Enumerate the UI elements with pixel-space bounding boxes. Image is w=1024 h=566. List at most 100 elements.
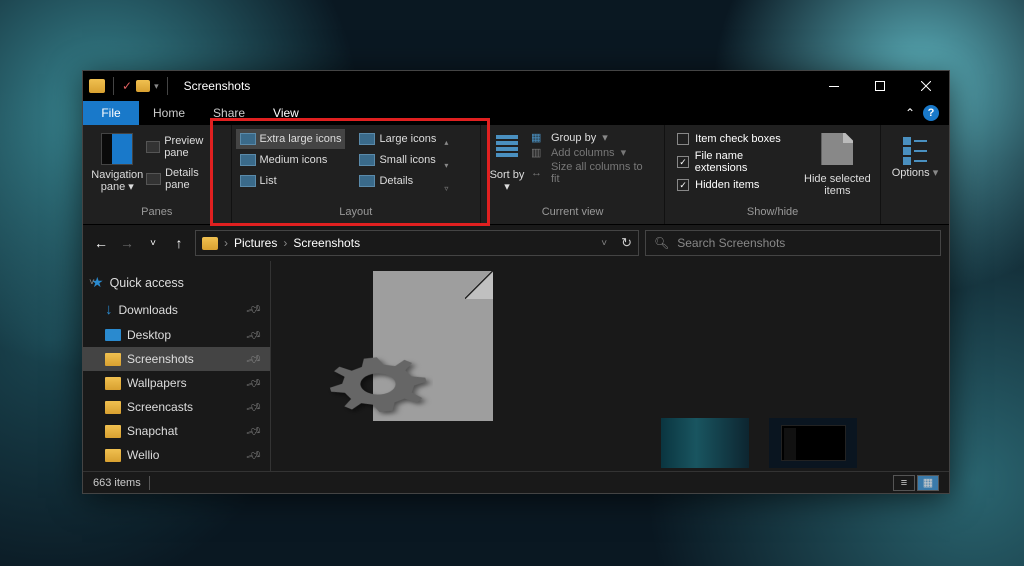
sidebar-screenshots[interactable]: Screenshots📌︎ xyxy=(83,347,283,371)
chevron-right-icon: › xyxy=(224,236,228,250)
ribbon: Navigation pane ▾ Preview pane Details p… xyxy=(83,125,949,225)
folder-icon xyxy=(89,79,105,93)
details-pane-button[interactable]: Details pane xyxy=(146,165,225,193)
pin-icon: 📌︎ xyxy=(245,398,264,416)
up-button[interactable]: ↑ xyxy=(169,235,189,251)
folder-icon xyxy=(105,449,121,462)
pin-icon: 📌︎ xyxy=(245,350,264,368)
layout-details[interactable]: Details xyxy=(355,171,440,191)
close-button[interactable] xyxy=(903,71,949,101)
content-pane[interactable] xyxy=(283,261,949,471)
search-box[interactable]: 🔍︎ Search Screenshots xyxy=(645,230,941,256)
search-placeholder: Search Screenshots xyxy=(677,236,785,250)
layout-large[interactable]: Large icons xyxy=(355,129,440,149)
sort-icon xyxy=(494,133,520,165)
layout-expand-icon[interactable]: ▿ xyxy=(444,184,448,193)
tab-home[interactable]: Home xyxy=(139,101,199,125)
preview-pane-button[interactable]: Preview pane xyxy=(146,133,225,161)
breadcrumb-screenshots[interactable]: Screenshots xyxy=(293,236,360,250)
layout-medium[interactable]: Medium icons xyxy=(236,150,346,170)
address-bar-row: ← → ˅ ↑ › Pictures › Screenshots ˅ ↻ 🔍︎ … xyxy=(83,225,949,261)
back-button[interactable]: ← xyxy=(91,235,111,251)
layout-extra-large[interactable]: Extra large icons xyxy=(236,129,346,149)
sidebar-downloads[interactable]: ↓Downloads📌︎ xyxy=(83,296,283,323)
panes-group-label: Panes xyxy=(83,206,231,224)
layout-list[interactable]: List xyxy=(236,171,346,191)
size-columns-icon: ↔ xyxy=(531,167,547,179)
download-icon: ↓ xyxy=(105,301,113,318)
item-checkboxes-toggle[interactable]: Item check boxes xyxy=(677,133,795,145)
add-columns-button[interactable]: ▥Add columns ▾ xyxy=(531,146,654,159)
layout-icon xyxy=(359,133,375,145)
sidebar-wellio[interactable]: Wellio📌︎ xyxy=(83,443,283,467)
tab-share[interactable]: Share xyxy=(199,101,259,125)
file-thumbnail[interactable] xyxy=(661,418,749,468)
navigation-pane-button[interactable]: Navigation pane ▾ xyxy=(89,129,146,202)
navigation-pane-icon xyxy=(101,133,133,165)
sidebar-desktop[interactable]: Desktop📌︎ xyxy=(83,323,283,347)
checkbox-icon xyxy=(677,179,689,191)
sidebar-screencasts[interactable]: Screencasts📌︎ xyxy=(83,395,283,419)
minimize-button[interactable] xyxy=(811,71,857,101)
folder-icon xyxy=(105,401,121,414)
pin-icon: 📌︎ xyxy=(245,300,264,318)
hide-selected-button[interactable]: Hide selected items xyxy=(801,129,874,202)
layout-icon xyxy=(359,175,375,187)
qat-properties-icon[interactable]: ✓ xyxy=(122,79,132,93)
explorer-window: ✓ ▾ Screenshots File Home Share View ⌃ ?… xyxy=(82,70,950,494)
search-icon: 🔍︎ xyxy=(654,236,669,250)
pin-icon: 📌︎ xyxy=(245,326,264,344)
collapse-ribbon-icon[interactable]: ⌃ xyxy=(905,106,915,120)
address-dropdown-icon[interactable]: ˅ xyxy=(601,238,607,249)
explorer-body: ˅ ★ Quick access ↓Downloads📌︎ Desktop📌︎ … xyxy=(83,261,949,471)
address-bar[interactable]: › Pictures › Screenshots ˅ ↻ xyxy=(195,230,639,256)
hidden-items-toggle[interactable]: Hidden items xyxy=(677,179,795,191)
chevron-down-icon[interactable]: ˅ xyxy=(89,277,95,288)
layout-icon xyxy=(240,175,256,187)
layout-scroll-up-icon[interactable]: ▴ xyxy=(444,138,448,147)
ribbon-tabs: File Home Share View ⌃ ? xyxy=(83,101,949,125)
item-count: 663 items xyxy=(93,477,141,489)
sort-by-button[interactable]: Sort by ▾ xyxy=(487,129,527,202)
sidebar-snapchat[interactable]: Snapchat📌︎ xyxy=(83,419,283,443)
details-view-button[interactable]: ≡ xyxy=(893,475,915,491)
refresh-button[interactable]: ↻ xyxy=(621,235,632,251)
maximize-button[interactable] xyxy=(857,71,903,101)
layout-group-label: Layout xyxy=(232,206,481,224)
breadcrumb-pictures[interactable]: Pictures xyxy=(234,236,277,250)
pin-icon: 📌︎ xyxy=(245,446,264,464)
navigation-sidebar[interactable]: ˅ ★ Quick access ↓Downloads📌︎ Desktop📌︎ … xyxy=(83,261,283,471)
show-hide-group-label: Show/hide xyxy=(665,206,880,224)
chevron-right-icon: › xyxy=(283,236,287,250)
gear-icon xyxy=(323,351,433,461)
folder-icon xyxy=(105,353,121,366)
size-columns-button[interactable]: ↔Size all columns to fit xyxy=(531,161,654,185)
sidebar-quick-access[interactable]: ˅ ★ Quick access xyxy=(83,269,283,296)
folder-icon xyxy=(105,425,121,438)
layout-scroll-down-icon[interactable]: ▾ xyxy=(444,161,448,170)
options-button[interactable]: Options ▾ xyxy=(887,129,943,202)
tab-view[interactable]: View xyxy=(259,101,313,125)
file-extensions-toggle[interactable]: File name extensions xyxy=(677,150,795,174)
file-thumbnail[interactable] xyxy=(769,418,857,468)
group-by-icon: ▦ xyxy=(531,131,547,144)
file-icon xyxy=(821,133,853,165)
status-bar: 663 items ≡ ▦ xyxy=(83,471,949,493)
thumbnails-view-button[interactable]: ▦ xyxy=(917,475,939,491)
desktop-icon xyxy=(105,329,121,341)
qat-dropdown-icon[interactable]: ▾ xyxy=(154,81,159,92)
details-pane-icon xyxy=(146,173,162,185)
separator xyxy=(113,77,114,95)
qat-newfolder-icon[interactable] xyxy=(136,80,150,92)
tab-file[interactable]: File xyxy=(83,101,139,125)
sidebar-wallpapers[interactable]: Wallpapers📌︎ xyxy=(83,371,283,395)
separator xyxy=(167,77,168,95)
options-icon xyxy=(899,133,931,159)
forward-button[interactable]: → xyxy=(117,235,137,251)
layout-icon xyxy=(359,154,375,166)
recent-locations-button[interactable]: ˅ xyxy=(143,238,163,249)
window-title: Screenshots xyxy=(184,79,251,93)
group-by-button[interactable]: ▦Group by ▾ xyxy=(531,131,654,144)
help-icon[interactable]: ? xyxy=(923,105,939,121)
layout-small[interactable]: Small icons xyxy=(355,150,440,170)
